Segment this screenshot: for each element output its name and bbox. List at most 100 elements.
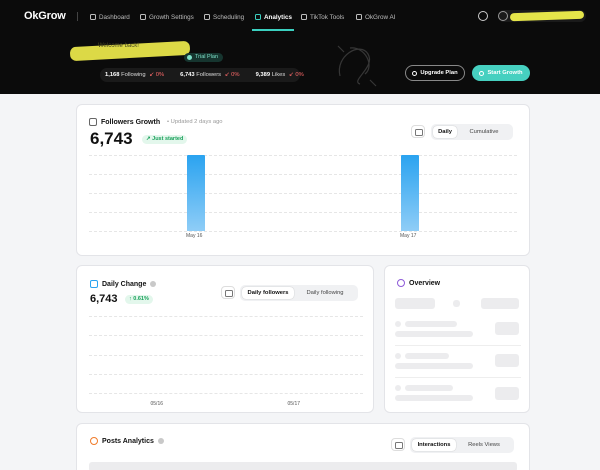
tab-reels-views[interactable]: Reels Views [456, 439, 512, 451]
logo[interactable]: OkGrow [24, 10, 66, 22]
loading-placeholder [395, 363, 473, 369]
daily-change-card: Daily Change 6,743 ↑ 0.61% Daily followe… [76, 265, 374, 413]
settings-icon[interactable] [478, 11, 488, 21]
nav-item-analytics[interactable]: Analytics [255, 12, 292, 22]
card-title: Daily Change [90, 280, 157, 288]
info-icon[interactable] [157, 438, 164, 444]
card-title-text: Overview [409, 279, 441, 287]
nav-item-label: OkGrow AI [365, 13, 396, 21]
grid-line [89, 335, 363, 337]
top-nav: OkGrow Dashboard Growth Settings Schedul… [0, 0, 600, 32]
play-icon [479, 70, 485, 76]
nav-item-tiktok-tools[interactable]: TikTok Tools [301, 12, 344, 22]
grid-line [89, 155, 517, 156]
nav-item-growth-settings[interactable]: Growth Settings [140, 12, 194, 22]
change-badge: ↑ 0.61% [125, 295, 153, 304]
camera-icon[interactable] [221, 286, 235, 299]
tab-daily[interactable]: Daily [433, 126, 457, 138]
card-title-text: Daily Change [102, 280, 147, 288]
grid-line [89, 231, 517, 232]
card-title: Overview [397, 279, 440, 287]
loading-placeholder [395, 321, 401, 327]
chart-bar [401, 155, 419, 231]
user-menu[interactable] [498, 10, 586, 22]
grid-line [89, 174, 517, 175]
followers-value: 6,743 [90, 129, 133, 148]
growth-icon [140, 14, 146, 20]
posts-icon [90, 437, 98, 445]
avatar [498, 11, 508, 21]
daily-change-toggle: Daily followers Daily following [240, 285, 358, 301]
camera-icon[interactable] [391, 438, 405, 451]
updated-label: Updated 2 days ago [170, 119, 223, 125]
stat-following: 1,168 Following ↙ 0% [105, 72, 165, 78]
nav-item-label: Dashboard [99, 13, 130, 21]
x-tick-label: 05/17 [287, 401, 301, 407]
loading-placeholder [405, 385, 453, 391]
upgrade-plan-button[interactable]: Upgrade Plan [405, 65, 465, 81]
updated-text: • Updated 2 days ago [167, 119, 223, 125]
tab-daily-following[interactable]: Daily following [294, 287, 356, 299]
loading-placeholder [395, 298, 435, 309]
posts-metric-toggle: Interactions Reels Views [410, 437, 514, 453]
welcome-text: Welcome back! [98, 43, 139, 49]
card-title-text: Followers Growth [101, 118, 161, 126]
nav-item-dashboard[interactable]: Dashboard [90, 12, 130, 22]
divider [395, 345, 521, 346]
grid-line [89, 393, 363, 394]
nav-item-label: Analytics [264, 13, 292, 21]
loading-placeholder [395, 331, 473, 337]
sparkle-icon [356, 14, 362, 20]
grid-line [89, 373, 363, 375]
overview-card: Overview [384, 265, 530, 413]
nav-item-okgrow-ai[interactable]: OkGrow AI [356, 12, 395, 22]
stat-value: 9,389 [255, 72, 271, 78]
chart-bar [187, 155, 205, 231]
tab-daily-followers[interactable]: Daily followers [242, 287, 294, 299]
start-growth-label: Start Growth [487, 70, 523, 76]
stat-label: Likes [271, 72, 286, 78]
chart-icon [90, 280, 98, 288]
stat-likes: 9,389 Likes ↙ 0% [255, 72, 304, 78]
grid-line [89, 193, 517, 194]
tools-icon [301, 14, 307, 20]
stat-value: 6,743 [180, 72, 195, 78]
status-badge: ↗ Just started [142, 135, 188, 144]
tab-cumulative[interactable]: Cumulative [457, 126, 511, 138]
followers-range-toggle: Daily Cumulative [431, 124, 513, 140]
x-tick-label: 05/16 [150, 401, 164, 407]
loading-placeholder [405, 321, 457, 327]
decorative-swirl-icon [337, 45, 377, 87]
loading-placeholder [495, 387, 519, 400]
camera-icon[interactable] [411, 125, 425, 138]
grid-line [89, 354, 363, 356]
card-title-text: Posts Analytics [102, 437, 154, 445]
grid-line [89, 212, 517, 213]
status-badge-label: Just started [152, 136, 184, 142]
followers-growth-card: Followers Growth • Updated 2 days ago 6,… [76, 104, 530, 256]
hero-banner: Welcome back! Trial Plan 1,168 Following… [0, 32, 600, 94]
change-badge-label: 0.61% [133, 296, 149, 302]
redacted-username [509, 10, 585, 22]
divider [395, 377, 521, 378]
loading-placeholder [495, 322, 519, 335]
nav-item-label: TikTok Tools [310, 13, 345, 21]
card-title: Posts Analytics [90, 437, 164, 445]
tab-interactions[interactable]: Interactions [412, 439, 456, 451]
loading-placeholder [495, 354, 519, 367]
active-tab-indicator [252, 29, 294, 31]
card-title: Followers Growth [89, 118, 160, 126]
nav-item-label: Growth Settings [149, 13, 194, 21]
info-icon[interactable] [150, 281, 157, 287]
loading-placeholder [405, 353, 449, 359]
x-tick-label: May 16 [186, 233, 203, 239]
nav-divider [77, 12, 78, 21]
nav-item-scheduling[interactable]: Scheduling [204, 12, 244, 22]
upgrade-icon [412, 70, 418, 76]
account-stats: 1,168 Following ↙ 0% 6,743 Followers ↙ 0… [100, 68, 304, 82]
stat-label: Following [121, 72, 146, 78]
stat-value: 1,168 [105, 72, 120, 78]
start-growth-button[interactable]: Start Growth [472, 65, 530, 81]
grid-line [89, 316, 363, 317]
stat-delta: 0% [231, 72, 240, 78]
